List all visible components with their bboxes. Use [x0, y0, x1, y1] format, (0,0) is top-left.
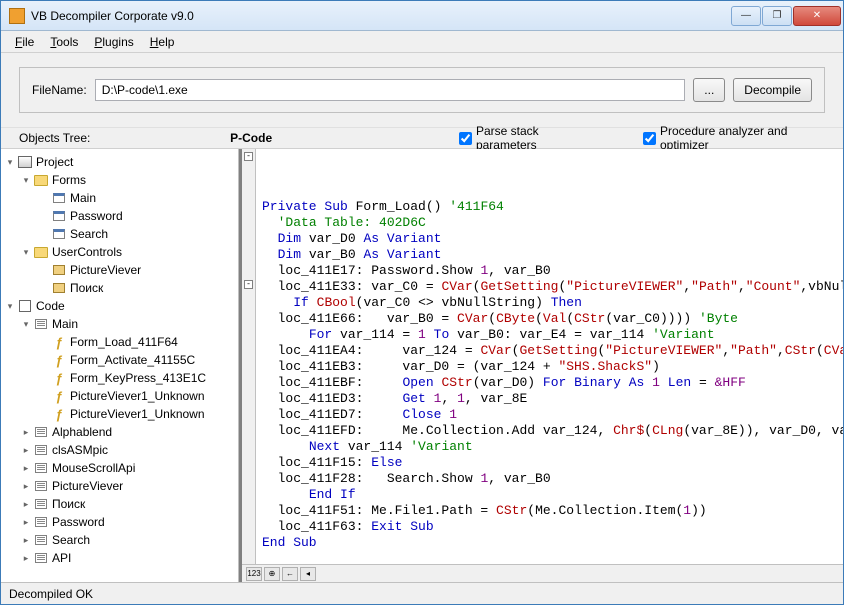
tree-label: Search: [70, 227, 108, 241]
tree-label: API: [52, 551, 71, 565]
code-area: - - Private Sub Form_Load() '411F64 'Dat…: [239, 149, 843, 582]
tree-node-password[interactable]: ▸ Password: [1, 513, 238, 531]
code-gutter: - -: [242, 149, 256, 564]
toolbar-btn-4[interactable]: ◂: [300, 567, 316, 581]
tree-label: PictureViever: [52, 479, 123, 493]
tree-node-api[interactable]: ▸ API: [1, 549, 238, 567]
tree-label: clsASMpic: [52, 443, 108, 457]
tree-node-main[interactable]: Main: [1, 189, 238, 207]
expander-icon[interactable]: ▾: [3, 301, 17, 312]
code-viewer[interactable]: - - Private Sub Form_Load() '411F64 'Dat…: [242, 149, 843, 564]
tree-label: Search: [52, 533, 90, 547]
tree-node-usercontrols[interactable]: ▾ UserControls: [1, 243, 238, 261]
tree-label: Поиск: [52, 497, 85, 511]
expander-icon[interactable]: ▾: [19, 247, 33, 258]
app-icon: [9, 8, 25, 24]
tree-label: Поиск: [70, 281, 103, 295]
tree-label: Project: [36, 155, 73, 169]
tree-label: Main: [70, 191, 96, 205]
objects-tree[interactable]: ▾Project▾FormsMainPasswordSearch▾UserCon…: [1, 149, 239, 582]
fold-icon[interactable]: -: [244, 152, 253, 161]
proc-analyzer-checkbox[interactable]: Procedure analyzer and optimizer: [643, 124, 833, 152]
titlebar: VB Decompiler Corporate v9.0 — ❐ ✕: [1, 1, 843, 31]
status-text: Decompiled OK: [9, 587, 93, 601]
tree-node--[interactable]: Поиск: [1, 279, 238, 297]
fold-icon[interactable]: -: [244, 280, 253, 289]
tree-label: Forms: [52, 173, 86, 187]
tree-node-main[interactable]: ▾ Main: [1, 315, 238, 333]
menu-plugins[interactable]: Plugins: [86, 33, 141, 51]
expander-icon[interactable]: ▾: [19, 319, 33, 330]
browse-button[interactable]: ...: [693, 78, 725, 102]
tree-label: UserControls: [52, 245, 122, 259]
menubar: File Tools Plugins Help: [1, 31, 843, 53]
toolbar-btn-2[interactable]: ⊕: [264, 567, 280, 581]
expander-icon[interactable]: ▾: [19, 175, 33, 186]
tree-label: Alphablend: [52, 425, 112, 439]
parse-stack-input[interactable]: [459, 132, 472, 145]
tree-label: Code: [36, 299, 65, 313]
expander-icon[interactable]: ▸: [19, 517, 33, 528]
label-row: Objects Tree: P-Code Parse stack paramet…: [1, 127, 843, 149]
tree-label: Form_Load_411F64: [70, 335, 178, 349]
menu-tools[interactable]: Tools: [42, 33, 86, 51]
tree-node-search[interactable]: ▸ Search: [1, 531, 238, 549]
tree-label: MouseScrollApi: [52, 461, 135, 475]
tree-node-form-load-411f64[interactable]: ƒForm_Load_411F64: [1, 333, 238, 351]
toolbar-btn-3[interactable]: ←: [282, 567, 298, 581]
tree-label: PictureViever1_Unknown: [70, 407, 205, 421]
objects-tree-label: Objects Tree:: [19, 131, 222, 145]
expander-icon[interactable]: ▸: [19, 553, 33, 564]
menu-help[interactable]: Help: [142, 33, 183, 51]
tree-node-code[interactable]: ▾ Code: [1, 297, 238, 315]
code-toolbar: 123 ⊕ ← ◂: [242, 564, 843, 582]
tree-label: Main: [52, 317, 78, 331]
toolbar-btn-1[interactable]: 123: [246, 567, 262, 581]
window-controls: — ❐ ✕: [731, 6, 841, 26]
tree-node-pictureviever1-unknown[interactable]: ƒPictureViever1_Unknown: [1, 405, 238, 423]
main-panel: ▾Project▾FormsMainPasswordSearch▾UserCon…: [1, 149, 843, 582]
statusbar: Decompiled OK: [1, 582, 843, 604]
tree-label: PictureViever1_Unknown: [70, 389, 205, 403]
filename-input[interactable]: [95, 79, 686, 101]
tree-node-mousescrollapi[interactable]: ▸ MouseScrollApi: [1, 459, 238, 477]
tree-node-clsasmpic[interactable]: ▸ clsASMpic: [1, 441, 238, 459]
tree-node-search[interactable]: Search: [1, 225, 238, 243]
expander-icon[interactable]: ▸: [19, 481, 33, 492]
expander-icon[interactable]: ▾: [3, 157, 17, 168]
tree-node-project[interactable]: ▾ Project: [1, 153, 238, 171]
parse-stack-checkbox[interactable]: Parse stack parameters: [459, 124, 598, 152]
decompile-button[interactable]: Decompile: [733, 78, 812, 102]
tree-label: Password: [70, 209, 123, 223]
tree-label: Form_Activate_41155C: [70, 353, 195, 367]
tree-node-forms[interactable]: ▾ Forms: [1, 171, 238, 189]
expander-icon[interactable]: ▸: [19, 499, 33, 510]
window-title: VB Decompiler Corporate v9.0: [31, 9, 731, 23]
file-panel: FileName: ... Decompile: [19, 67, 825, 113]
tree-label: Password: [52, 515, 105, 529]
minimize-button[interactable]: —: [731, 6, 761, 26]
tree-node-password[interactable]: Password: [1, 207, 238, 225]
tree-node-form-activate-41155c[interactable]: ƒForm_Activate_41155C: [1, 351, 238, 369]
menu-file[interactable]: File: [7, 33, 42, 51]
expander-icon[interactable]: ▸: [19, 535, 33, 546]
tree-node-pictureviever[interactable]: ▸ PictureViever: [1, 477, 238, 495]
tree-node--[interactable]: ▸ Поиск: [1, 495, 238, 513]
tree-label: PictureViever: [70, 263, 141, 277]
tree-node-form-keypress-413e1c[interactable]: ƒForm_KeyPress_413E1C: [1, 369, 238, 387]
pcode-label: P-Code: [230, 131, 443, 145]
app-window: VB Decompiler Corporate v9.0 — ❐ ✕ File …: [0, 0, 844, 605]
tree-label: Form_KeyPress_413E1C: [70, 371, 206, 385]
proc-analyzer-input[interactable]: [643, 132, 656, 145]
expander-icon[interactable]: ▸: [19, 463, 33, 474]
maximize-button[interactable]: ❐: [762, 6, 792, 26]
tree-node-pictureviever[interactable]: PictureViever: [1, 261, 238, 279]
tree-node-alphablend[interactable]: ▸ Alphablend: [1, 423, 238, 441]
expander-icon[interactable]: ▸: [19, 445, 33, 456]
file-row: FileName: ... Decompile: [1, 53, 843, 127]
expander-icon[interactable]: ▸: [19, 427, 33, 438]
filename-label: FileName:: [32, 83, 87, 97]
tree-node-pictureviever1-unknown[interactable]: ƒPictureViever1_Unknown: [1, 387, 238, 405]
close-button[interactable]: ✕: [793, 6, 841, 26]
